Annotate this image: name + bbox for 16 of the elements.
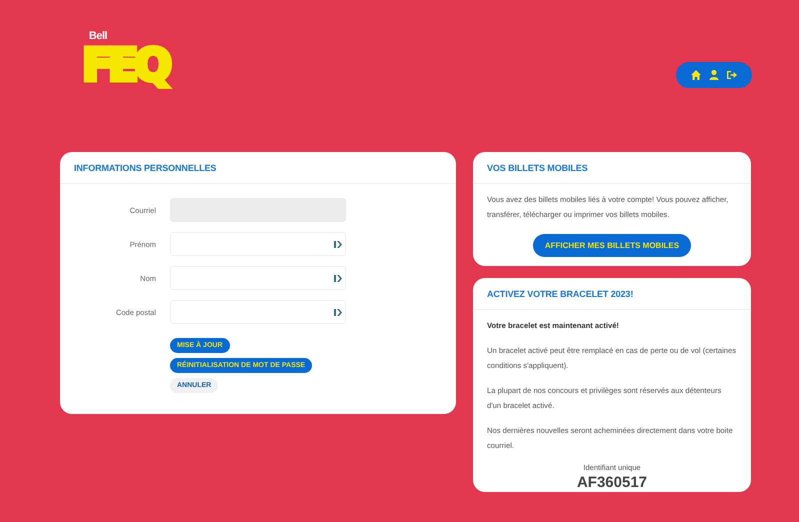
tickets-button[interactable]: AFFICHER MES BILLETS MOBILES [532,234,692,257]
autofill-icon[interactable] [334,274,342,282]
id-value: AF360517 [576,474,648,491]
festival-logo: FEQ [82,44,168,88]
user-icon[interactable] [708,69,720,81]
input-field[interactable] [170,232,346,256]
home-icon[interactable] [690,69,702,81]
brand-logo: Bell [88,30,108,42]
autofill-icon[interactable] [334,240,342,248]
card-title: ACTIVEZ VOTRE BRACELET 2023! [487,289,634,299]
card-title: VOS BILLETS MOBILES [487,163,589,173]
input-field[interactable] [170,300,346,324]
autofill-icon[interactable] [334,308,342,316]
card-title: INFORMATIONS PERSONNELLES [74,163,218,173]
logout-icon[interactable] [726,69,738,81]
input-field[interactable] [170,266,346,290]
